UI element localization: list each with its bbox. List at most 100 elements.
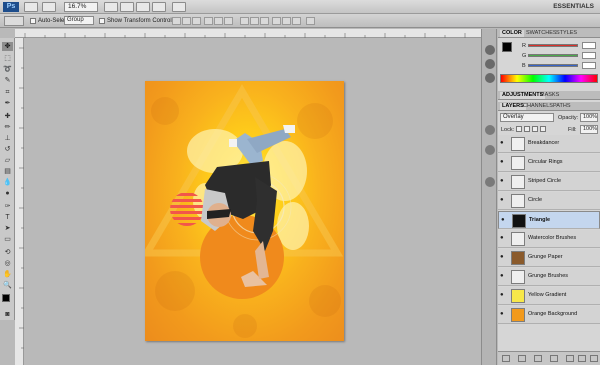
document-canvas[interactable] bbox=[145, 81, 344, 341]
tab-paths[interactable]: PATHS bbox=[551, 103, 573, 110]
lock-position-icon[interactable] bbox=[532, 126, 538, 132]
history-brush-tool-icon[interactable]: ↺ bbox=[2, 145, 13, 154]
layer-row[interactable]: ● Striped Circle bbox=[498, 173, 600, 191]
layer-row[interactable]: ● Grunge Brushes bbox=[498, 268, 600, 286]
type-tool-icon[interactable]: T bbox=[2, 213, 13, 222]
tool-preset-picker[interactable] bbox=[4, 16, 24, 26]
gradient-tool-icon[interactable]: ▤ bbox=[2, 167, 13, 176]
path-selection-tool-icon[interactable]: ➤ bbox=[2, 224, 13, 233]
crop-tool-icon[interactable]: ⌗ bbox=[2, 88, 13, 97]
fill-field[interactable]: 100% bbox=[580, 125, 598, 134]
visibility-eye-icon[interactable]: ● bbox=[500, 140, 506, 146]
quick-select-tool-icon[interactable]: ✎ bbox=[2, 76, 13, 85]
distribute-left-icon[interactable] bbox=[272, 17, 281, 25]
visibility-eye-icon[interactable]: ● bbox=[500, 311, 506, 317]
hand-tool-panel-icon[interactable]: ✋ bbox=[2, 270, 13, 279]
3d-orbit-tool-icon[interactable]: ◎ bbox=[2, 259, 13, 268]
link-layers-icon[interactable] bbox=[502, 355, 510, 362]
channel-g-slider[interactable] bbox=[528, 54, 578, 57]
distribute-bottom-icon[interactable] bbox=[260, 17, 269, 25]
tab-masks[interactable]: MASKS bbox=[538, 92, 561, 99]
history-panel-icon[interactable] bbox=[485, 45, 495, 55]
layer-row[interactable]: ● Triangle bbox=[498, 211, 600, 229]
healing-brush-tool-icon[interactable]: ✚ bbox=[2, 112, 13, 121]
align-right-icon[interactable] bbox=[224, 17, 233, 25]
delete-layer-icon[interactable] bbox=[590, 355, 598, 362]
layer-row[interactable]: ● Circle bbox=[498, 192, 600, 210]
align-bottom-icon[interactable] bbox=[192, 17, 201, 25]
layer-row[interactable]: ● Breakdancer bbox=[498, 135, 600, 153]
channel-g-value[interactable] bbox=[582, 52, 596, 59]
shape-tool-icon[interactable]: ▭ bbox=[2, 235, 13, 244]
lock-transparency-icon[interactable] bbox=[516, 126, 522, 132]
distribute-right-icon[interactable] bbox=[292, 17, 301, 25]
channel-r-value[interactable] bbox=[582, 42, 596, 49]
auto-select-checkbox[interactable] bbox=[30, 18, 36, 24]
color-panel-foreground[interactable] bbox=[502, 42, 512, 52]
blur-tool-icon[interactable]: 💧 bbox=[2, 178, 13, 187]
paragraph-panel-icon[interactable] bbox=[485, 145, 495, 155]
workspace-switcher[interactable]: ESSENTIALS bbox=[553, 2, 594, 12]
new-group-icon[interactable] bbox=[566, 355, 574, 362]
visibility-eye-icon[interactable]: ● bbox=[500, 178, 506, 184]
layer-row[interactable]: ● Orange Background bbox=[498, 306, 600, 324]
visibility-eye-icon[interactable]: ● bbox=[500, 235, 506, 241]
tab-styles[interactable]: STYLES bbox=[554, 30, 579, 37]
pen-tool-icon[interactable]: ✑ bbox=[2, 202, 13, 211]
screen-mode-icon[interactable] bbox=[172, 2, 186, 12]
align-hcenter-icon[interactable] bbox=[214, 17, 223, 25]
new-adjustment-layer-icon[interactable] bbox=[550, 355, 558, 362]
move-tool-icon[interactable]: ✥ bbox=[2, 42, 13, 51]
show-transform-checkbox[interactable] bbox=[99, 18, 105, 24]
distribute-vcenter-icon[interactable] bbox=[250, 17, 259, 25]
channel-b-value[interactable] bbox=[582, 62, 596, 69]
visibility-eye-icon[interactable]: ● bbox=[500, 273, 506, 279]
info-panel-icon[interactable] bbox=[485, 73, 495, 83]
auto-align-icon[interactable] bbox=[306, 17, 315, 25]
character-panel-icon[interactable] bbox=[485, 125, 495, 135]
view-extras-icon[interactable] bbox=[42, 2, 56, 12]
add-layer-style-icon[interactable] bbox=[518, 355, 526, 362]
lock-pixels-icon[interactable] bbox=[524, 126, 530, 132]
align-top-icon[interactable] bbox=[172, 17, 181, 25]
brush-tool-icon[interactable]: ✏ bbox=[2, 123, 13, 132]
distribute-hcenter-icon[interactable] bbox=[282, 17, 291, 25]
layer-row[interactable]: ● Yellow Gradient bbox=[498, 287, 600, 305]
new-layer-icon[interactable] bbox=[578, 355, 586, 362]
quick-mask-icon[interactable]: ◙ bbox=[2, 310, 13, 319]
add-mask-icon[interactable] bbox=[534, 355, 542, 362]
distribute-top-icon[interactable] bbox=[240, 17, 249, 25]
actions-panel-icon[interactable] bbox=[485, 59, 495, 69]
dodge-tool-icon[interactable]: ● bbox=[2, 189, 13, 198]
zoom-level-field[interactable]: 16.7% bbox=[64, 2, 98, 12]
visibility-eye-icon[interactable]: ● bbox=[500, 254, 506, 260]
brushes-panel-icon[interactable] bbox=[485, 177, 495, 187]
color-spectrum-bar[interactable] bbox=[500, 74, 598, 83]
clone-stamp-tool-icon[interactable]: ⊥ bbox=[2, 134, 13, 143]
visibility-eye-icon[interactable]: ● bbox=[500, 197, 506, 203]
opacity-field[interactable]: 100% bbox=[580, 113, 598, 122]
channel-b-slider[interactable] bbox=[528, 64, 578, 67]
visibility-eye-icon[interactable]: ● bbox=[500, 159, 506, 165]
lasso-tool-icon[interactable]: ➰ bbox=[2, 65, 13, 74]
lock-all-icon[interactable] bbox=[540, 126, 546, 132]
align-left-icon[interactable] bbox=[204, 17, 213, 25]
layer-row[interactable]: ● Grunge Paper bbox=[498, 249, 600, 267]
blend-mode-dropdown[interactable]: Overlay bbox=[500, 113, 554, 122]
bridge-icon[interactable] bbox=[24, 2, 38, 12]
zoom-tool-panel-icon[interactable]: 🔍 bbox=[2, 281, 13, 290]
visibility-eye-icon[interactable]: ● bbox=[501, 217, 507, 223]
align-vcenter-icon[interactable] bbox=[182, 17, 191, 25]
eyedropper-tool-icon[interactable]: ✒ bbox=[2, 99, 13, 108]
layer-row[interactable]: ● Circular Rings bbox=[498, 154, 600, 172]
foreground-color-swatch[interactable] bbox=[2, 294, 10, 302]
auto-select-dropdown[interactable]: Group bbox=[64, 16, 94, 25]
eraser-tool-icon[interactable]: ▱ bbox=[2, 156, 13, 165]
layer-row[interactable]: ● Watercolor Brushes bbox=[498, 230, 600, 248]
marquee-tool-icon[interactable]: ⬚ bbox=[2, 54, 13, 63]
3d-rotate-tool-icon[interactable]: ⟲ bbox=[2, 248, 13, 257]
visibility-eye-icon[interactable]: ● bbox=[500, 292, 506, 298]
zoom-tool-icon[interactable] bbox=[120, 2, 134, 12]
channel-r-slider[interactable] bbox=[528, 44, 578, 47]
hand-tool-icon[interactable] bbox=[104, 2, 118, 12]
